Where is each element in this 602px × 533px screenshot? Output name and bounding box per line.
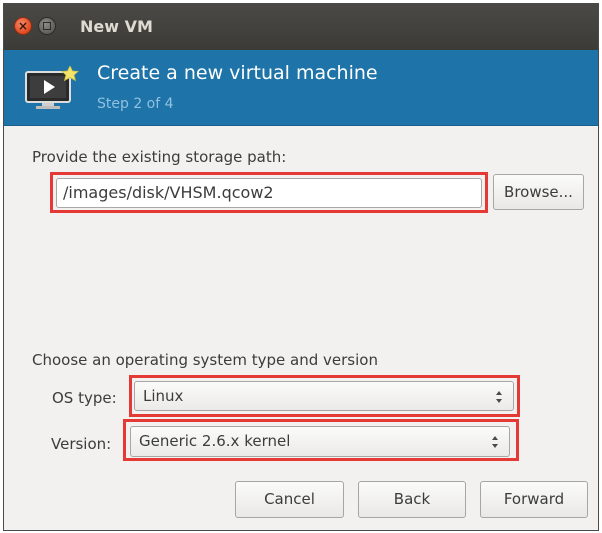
os-section-label: Choose an operating system type and vers… [32, 351, 378, 369]
storage-path-highlight [50, 172, 488, 213]
forward-button[interactable]: Forward [480, 481, 588, 518]
cancel-button[interactable]: Cancel [235, 481, 344, 518]
close-icon[interactable]: × [14, 17, 32, 35]
os-type-highlight [129, 375, 520, 417]
wizard-header: Create a new virtual machine Step 2 of 4 [4, 50, 598, 126]
os-type-label: OS type: [52, 389, 117, 407]
storage-path-label: Provide the existing storage path: [32, 148, 287, 166]
wizard-step-indicator: Step 2 of 4 [97, 96, 174, 112]
wizard-title: Create a new virtual machine [97, 62, 378, 84]
minimize-icon[interactable] [38, 17, 56, 35]
new-vm-window: × New VM Create a new virtual machine St… [3, 3, 599, 531]
version-label: Version: [51, 435, 112, 453]
back-button[interactable]: Back [358, 481, 466, 518]
window-title: New VM [80, 17, 153, 36]
browse-button[interactable]: Browse... [493, 174, 584, 210]
title-bar: × New VM [4, 4, 598, 50]
os-version-highlight [123, 419, 519, 461]
virtual-machine-monitor-icon [25, 66, 79, 109]
